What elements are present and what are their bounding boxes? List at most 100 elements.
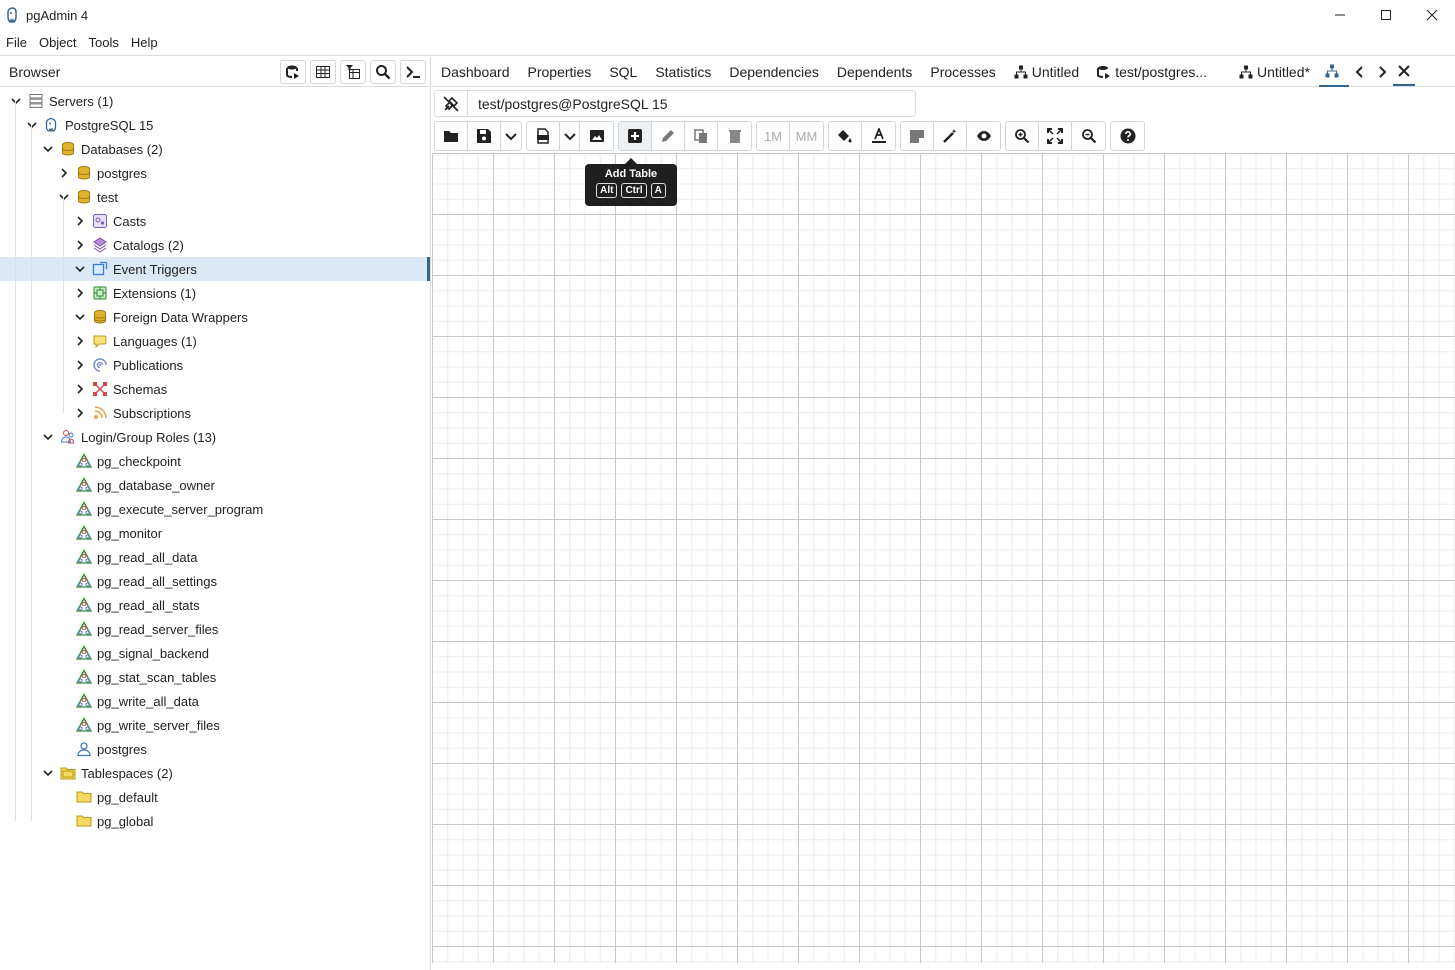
help-button[interactable] [1111, 122, 1144, 150]
chevron-right-icon[interactable] [75, 288, 85, 298]
tree-node-label: pg_global [97, 813, 154, 829]
fill-color-button[interactable] [829, 122, 862, 150]
filtered-rows-button[interactable] [340, 60, 366, 84]
tree-node[interactable]: pg_database_owner [0, 473, 430, 497]
delete-button[interactable] [718, 122, 751, 150]
chevron-right-icon[interactable] [59, 168, 69, 178]
close-tab-button[interactable] [1392, 58, 1415, 86]
maximize-button[interactable] [1363, 0, 1409, 30]
chevron-right-icon[interactable] [75, 360, 85, 370]
chevron-down-icon[interactable] [27, 120, 37, 130]
tab-dependents[interactable]: Dependents [828, 57, 922, 87]
one-to-many-button[interactable]: 1M [757, 122, 790, 150]
tab-statistics[interactable]: Statistics [646, 57, 720, 87]
chevron-right-icon[interactable] [75, 408, 85, 418]
text-color-button[interactable] [862, 122, 895, 150]
connection-status-button[interactable] [435, 91, 468, 116]
tree-node-label: Event Triggers [113, 261, 197, 277]
tree-node[interactable]: pg_read_server_files [0, 617, 430, 641]
save-button[interactable] [468, 122, 501, 150]
tree-node[interactable]: Languages (1) [0, 329, 430, 353]
chevron-down-icon[interactable] [75, 264, 85, 274]
tree-node[interactable]: postgres [0, 161, 430, 185]
tree-node[interactable]: pg_signal_backend [0, 641, 430, 665]
tab-erd-active[interactable] [1318, 57, 1349, 87]
tree-node[interactable]: pg_stat_scan_tables [0, 665, 430, 689]
tree-node[interactable]: Publications [0, 353, 430, 377]
tree-node[interactable]: pg_monitor [0, 521, 430, 545]
tab-dependencies[interactable]: Dependencies [720, 57, 828, 87]
query-tool-db-button[interactable] [280, 60, 306, 84]
open-file-button[interactable] [435, 122, 468, 150]
tree-node[interactable]: pg_read_all_stats [0, 593, 430, 617]
clone-table-button[interactable] [685, 122, 718, 150]
menu-help[interactable]: Help [125, 35, 164, 50]
chevron-down-icon[interactable] [43, 768, 53, 778]
sql-options-dropdown[interactable] [560, 122, 580, 150]
tab-dashboard[interactable]: Dashboard [432, 57, 519, 87]
tree-node[interactable]: Login/Group Roles (13) [0, 425, 430, 449]
tree-node[interactable]: Databases (2) [0, 137, 430, 161]
chevron-down-icon[interactable] [75, 312, 85, 322]
tab-query-tool[interactable]: test/postgres... [1088, 57, 1216, 87]
tree-node[interactable]: Extensions (1) [0, 281, 430, 305]
chevron-down-icon[interactable] [43, 432, 53, 442]
erd-canvas[interactable] [432, 153, 1455, 963]
chevron-down-icon[interactable] [43, 144, 53, 154]
search-objects-button[interactable] [370, 60, 396, 84]
zoom-in-button[interactable] [1006, 122, 1039, 150]
tab-sql[interactable]: SQL [600, 57, 646, 87]
tree-node-label: pg_database_owner [97, 477, 215, 493]
tree-node[interactable]: pg_global [0, 809, 430, 833]
tree-node[interactable]: pg_write_all_data [0, 689, 430, 713]
generate-sql-button[interactable] [527, 122, 560, 150]
add-note-button[interactable] [901, 122, 934, 150]
show-details-button[interactable] [967, 122, 1000, 150]
tab-erd-untitled-modified[interactable]: Untitled* [1230, 57, 1319, 87]
tree-node[interactable]: pg_execute_server_program [0, 497, 430, 521]
tree-node[interactable]: Event Triggers [0, 257, 430, 281]
psql-tool-button[interactable] [400, 60, 426, 84]
close-window-button[interactable] [1409, 0, 1455, 30]
save-options-dropdown[interactable] [501, 122, 521, 150]
tree-node[interactable]: Catalogs (2) [0, 233, 430, 257]
tab-erd-untitled[interactable]: Untitled [1005, 57, 1088, 87]
tree-node[interactable]: pg_read_all_settings [0, 569, 430, 593]
tree-node[interactable]: PostgreSQL 15 [0, 113, 430, 137]
tab-scroll-right-button[interactable] [1371, 58, 1393, 86]
tree-node[interactable]: Servers (1) [0, 89, 430, 113]
tree-node[interactable]: pg_write_server_files [0, 713, 430, 737]
tree-node[interactable]: postgres [0, 737, 430, 761]
tab-properties[interactable]: Properties [519, 57, 601, 87]
tree-node[interactable]: Schemas [0, 377, 430, 401]
view-data-button[interactable] [310, 60, 336, 84]
edit-table-button[interactable] [652, 122, 685, 150]
tab-processes[interactable]: Processes [921, 57, 1004, 87]
chevron-right-icon[interactable] [75, 384, 85, 394]
tree-node[interactable]: pg_read_all_data [0, 545, 430, 569]
tree-node[interactable]: Foreign Data Wrappers [0, 305, 430, 329]
zoom-to-fit-button[interactable] [1039, 122, 1072, 150]
chevron-right-icon[interactable] [75, 240, 85, 250]
tree-node[interactable]: Casts [0, 209, 430, 233]
tree-node[interactable]: test [0, 185, 430, 209]
tab-scroll-left-button[interactable] [1349, 58, 1371, 86]
tree-node[interactable]: pg_default [0, 785, 430, 809]
menu-file[interactable]: File [0, 35, 33, 50]
zoom-out-button[interactable] [1072, 122, 1105, 150]
main-tab-bar: Dashboard Properties SQL Statistics Depe… [432, 57, 1455, 87]
chevron-right-icon[interactable] [75, 216, 85, 226]
download-image-button[interactable] [580, 122, 613, 150]
chevron-right-icon[interactable] [75, 336, 85, 346]
many-to-many-button[interactable]: MM [790, 122, 823, 150]
chevron-down-icon[interactable] [11, 96, 21, 106]
auto-align-button[interactable] [934, 122, 967, 150]
add-table-button[interactable] [619, 122, 652, 150]
menu-tools[interactable]: Tools [83, 35, 125, 50]
tree-node[interactable]: Subscriptions [0, 401, 430, 425]
menu-object[interactable]: Object [33, 35, 83, 50]
chevron-down-icon[interactable] [59, 192, 69, 202]
tree-node[interactable]: pg_checkpoint [0, 449, 430, 473]
tree-node[interactable]: Tablespaces (2) [0, 761, 430, 785]
minimize-button[interactable] [1317, 0, 1363, 30]
